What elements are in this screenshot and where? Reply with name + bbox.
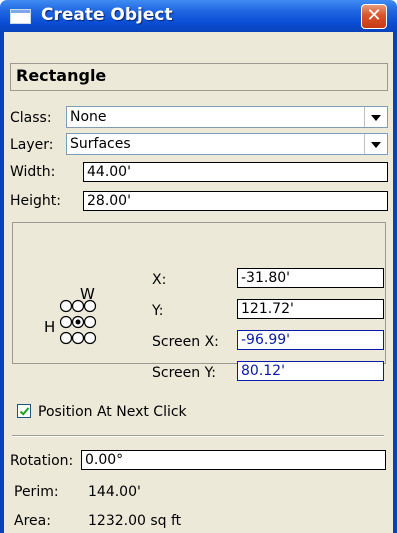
create-object-dialog: Create Object ✕ Rectangle Class: None La…	[0, 0, 397, 533]
checkmark-icon	[19, 407, 30, 416]
rotation-label: Rotation:	[10, 453, 74, 469]
class-select-value: None	[70, 109, 107, 125]
window-icon	[10, 9, 31, 24]
screen-y-field[interactable]: 80.12'	[237, 361, 384, 381]
position-at-next-click-checkbox[interactable]	[17, 404, 31, 418]
rotation-field[interactable]: 0.00°	[81, 450, 386, 470]
layer-label: Layer:	[10, 137, 54, 153]
perim-label: Perim:	[14, 484, 59, 500]
h-label: H	[44, 318, 56, 336]
y-field[interactable]: 121.72'	[237, 299, 384, 319]
perim-value: 144.00'	[88, 484, 141, 500]
chevron-down-icon[interactable]	[364, 107, 387, 127]
screen-x-label: Screen X:	[152, 334, 219, 350]
class-label: Class:	[10, 110, 52, 126]
width-label: Width:	[10, 164, 56, 180]
separator	[12, 435, 384, 437]
shape-name-box: Rectangle	[10, 63, 388, 91]
area-label: Area:	[14, 513, 51, 529]
area-value: 1232.00 sq ft	[88, 513, 182, 529]
position-at-next-click-label[interactable]: Position At Next Click	[38, 403, 187, 421]
close-icon: ✕	[366, 5, 382, 26]
layer-select-value: Surfaces	[70, 136, 131, 152]
class-select[interactable]: None	[66, 106, 388, 128]
x-field[interactable]: -31.80'	[237, 268, 384, 288]
close-button[interactable]: ✕	[361, 4, 387, 29]
chevron-down-icon[interactable]	[364, 134, 387, 154]
height-label: Height:	[10, 193, 61, 209]
layer-select[interactable]: Surfaces	[66, 133, 388, 155]
y-label: Y:	[152, 303, 164, 319]
height-field[interactable]: 28.00'	[83, 191, 388, 211]
screen-x-field[interactable]: -96.99'	[237, 330, 384, 350]
anchor-point-grid[interactable]	[58, 298, 120, 354]
screen-y-label: Screen Y:	[152, 365, 216, 381]
x-label: X:	[152, 272, 167, 288]
shape-name: Rectangle	[16, 66, 107, 85]
title-bar[interactable]: Create Object ✕	[0, 0, 397, 32]
window-title: Create Object	[41, 5, 173, 25]
width-field[interactable]: 44.00'	[83, 162, 388, 182]
